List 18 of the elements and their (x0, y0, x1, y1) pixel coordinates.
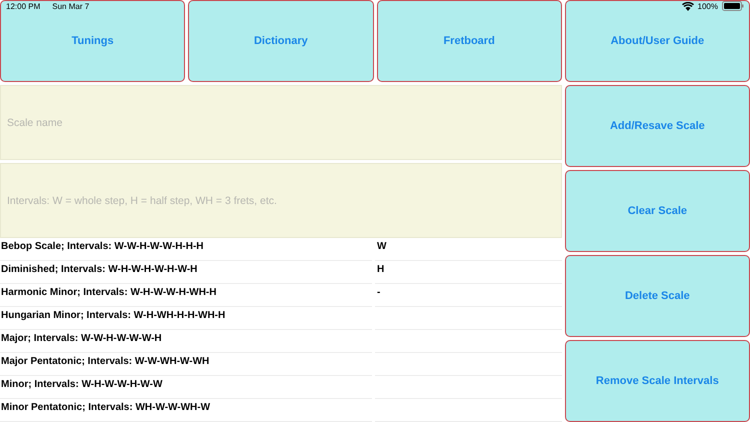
status-date: Sun Mar 7 (52, 2, 90, 10)
interval-list-item[interactable]: H (375, 261, 562, 284)
scale-list-item[interactable]: Major; Intervals: W-W-H-W-W-W-H (0, 330, 372, 353)
battery-icon (722, 1, 744, 11)
interval-list-item[interactable]: W (375, 238, 562, 261)
scale-list-item[interactable]: Harmonic Minor; Intervals: W-H-W-W-H-WH-H (0, 284, 372, 307)
scale-list-item[interactable]: Bebop Scale; Intervals: W-W-H-W-W-H-H-H (0, 238, 372, 261)
scale-list-item[interactable]: Minor Pentatonic; Intervals: WH-W-W-WH-W (0, 399, 372, 422)
interval-list-item[interactable]: - (375, 284, 562, 307)
input-field[interactable]: Scale name (0, 85, 562, 160)
scale-list-item[interactable]: Major Pentatonic; Intervals: W-W-WH-W-WH (0, 353, 372, 376)
scale-list-item[interactable]: Hungarian Minor; Intervals: W-H-WH-H-H-WH-H (0, 307, 372, 330)
status-time: 12:00 PM (6, 2, 40, 10)
scale-list-item[interactable]: Minor; Intervals: W-H-W-W-H-W-W (0, 376, 372, 399)
battery-percent: 100% (698, 2, 718, 10)
input-field[interactable]: Intervals: W = whole step, H = half step, WH = 3 frets, etc. (0, 163, 562, 238)
wifi-icon (682, 2, 694, 10)
scale-list-item[interactable]: Diminished; Intervals: W-H-W-H-W-H-W-H (0, 261, 372, 284)
